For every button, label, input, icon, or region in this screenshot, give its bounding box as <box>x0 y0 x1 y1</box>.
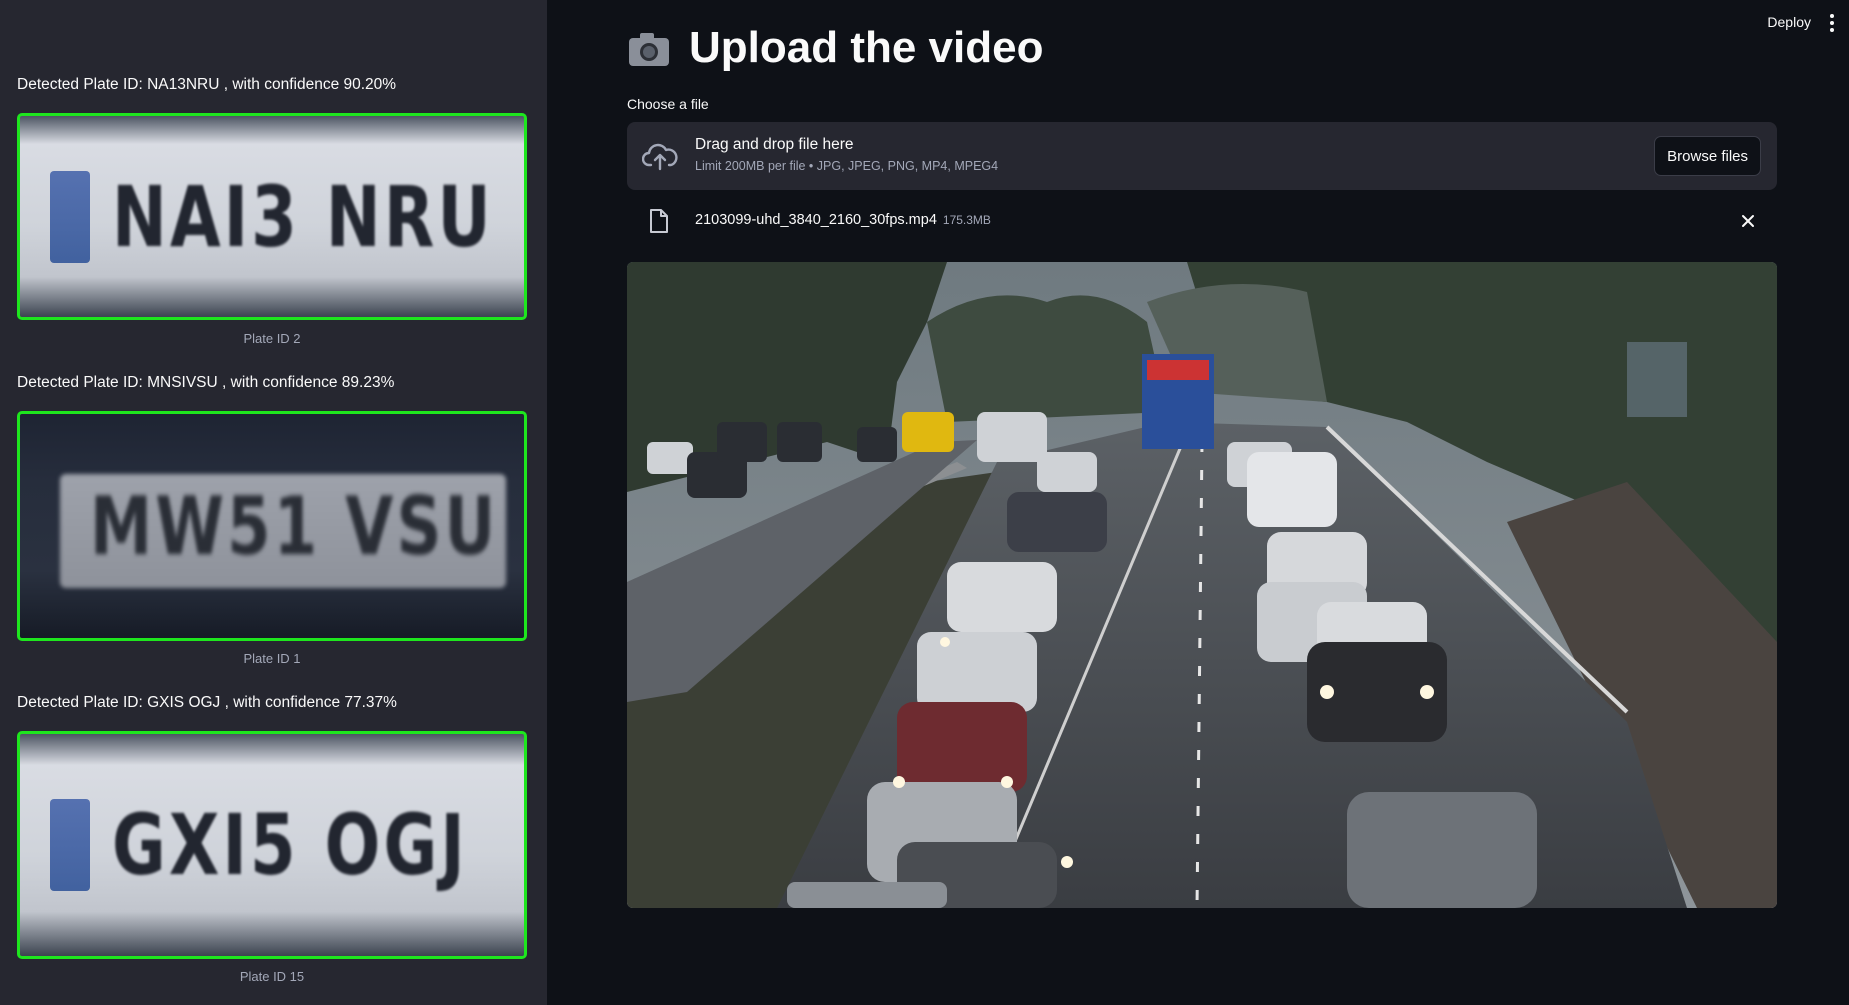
plate-crop-image: NAI3 NRU <box>17 113 527 320</box>
plate-image-text: NAI3 NRU <box>112 167 494 266</box>
page-title: Upload the video <box>627 20 1043 76</box>
sidebar: Detected Plate ID: NA13NRU , with confid… <box>0 0 547 1005</box>
plate-image-text: MW51 VSU <box>90 479 499 573</box>
video-player[interactable] <box>627 262 1777 908</box>
file-name-text: 2103099-uhd_3840_2160_30fps.mp4 <box>695 212 937 228</box>
plate-flag-strip <box>50 170 90 263</box>
app: Detected Plate ID: NA13NRU , with confid… <box>0 0 1849 1005</box>
plate-caption: Plate ID 2 <box>243 331 301 346</box>
uploaded-file-row: 2103099-uhd_3840_2160_30fps.mp4 175.3MB <box>627 206 1777 238</box>
dropzone-title: Drag and drop file here <box>695 136 854 153</box>
deploy-button[interactable]: Deploy <box>1767 14 1811 30</box>
plate-image-text: GXI5 OGJ <box>112 796 468 894</box>
traffic-video-frame <box>627 262 1777 908</box>
file-size: 175.3MB <box>942 213 991 227</box>
file-name: 2103099-uhd_3840_2160_30fps.mp4 175.3MB <box>695 212 991 228</box>
cloud-upload-icon <box>642 143 678 171</box>
plate-flag-strip <box>50 799 90 891</box>
plate-caption: Plate ID 15 <box>239 969 305 984</box>
file-dropzone[interactable]: Drag and drop file here Limit 200MB per … <box>627 122 1777 190</box>
dropzone-limit: Limit 200MB per file • JPG, JPEG, PNG, M… <box>695 159 999 173</box>
plate-crop-image: MW51 VSU <box>17 411 527 641</box>
title-text: Upload the video <box>689 23 1044 72</box>
detection-text: Detected Plate ID: MNSIVSU , with confid… <box>17 374 395 391</box>
browse-files-button[interactable]: Browse files <box>1654 136 1761 176</box>
detection-text: Detected Plate ID: NA13NRU , with confid… <box>17 76 397 93</box>
plate-caption: Plate ID 1 <box>243 651 301 666</box>
plate-crop-image: GXI5 OGJ <box>17 731 527 959</box>
detection-text: Detected Plate ID: GXIS OGJ , with confi… <box>17 694 397 711</box>
close-icon[interactable] <box>1739 212 1757 230</box>
kebab-menu-icon[interactable] <box>1825 14 1839 32</box>
uploader-label: Choose a file <box>627 96 709 112</box>
camera-icon <box>629 33 669 66</box>
main-content: Deploy Upload the video Choose a file Dr… <box>547 0 1849 1005</box>
file-icon <box>650 209 668 233</box>
